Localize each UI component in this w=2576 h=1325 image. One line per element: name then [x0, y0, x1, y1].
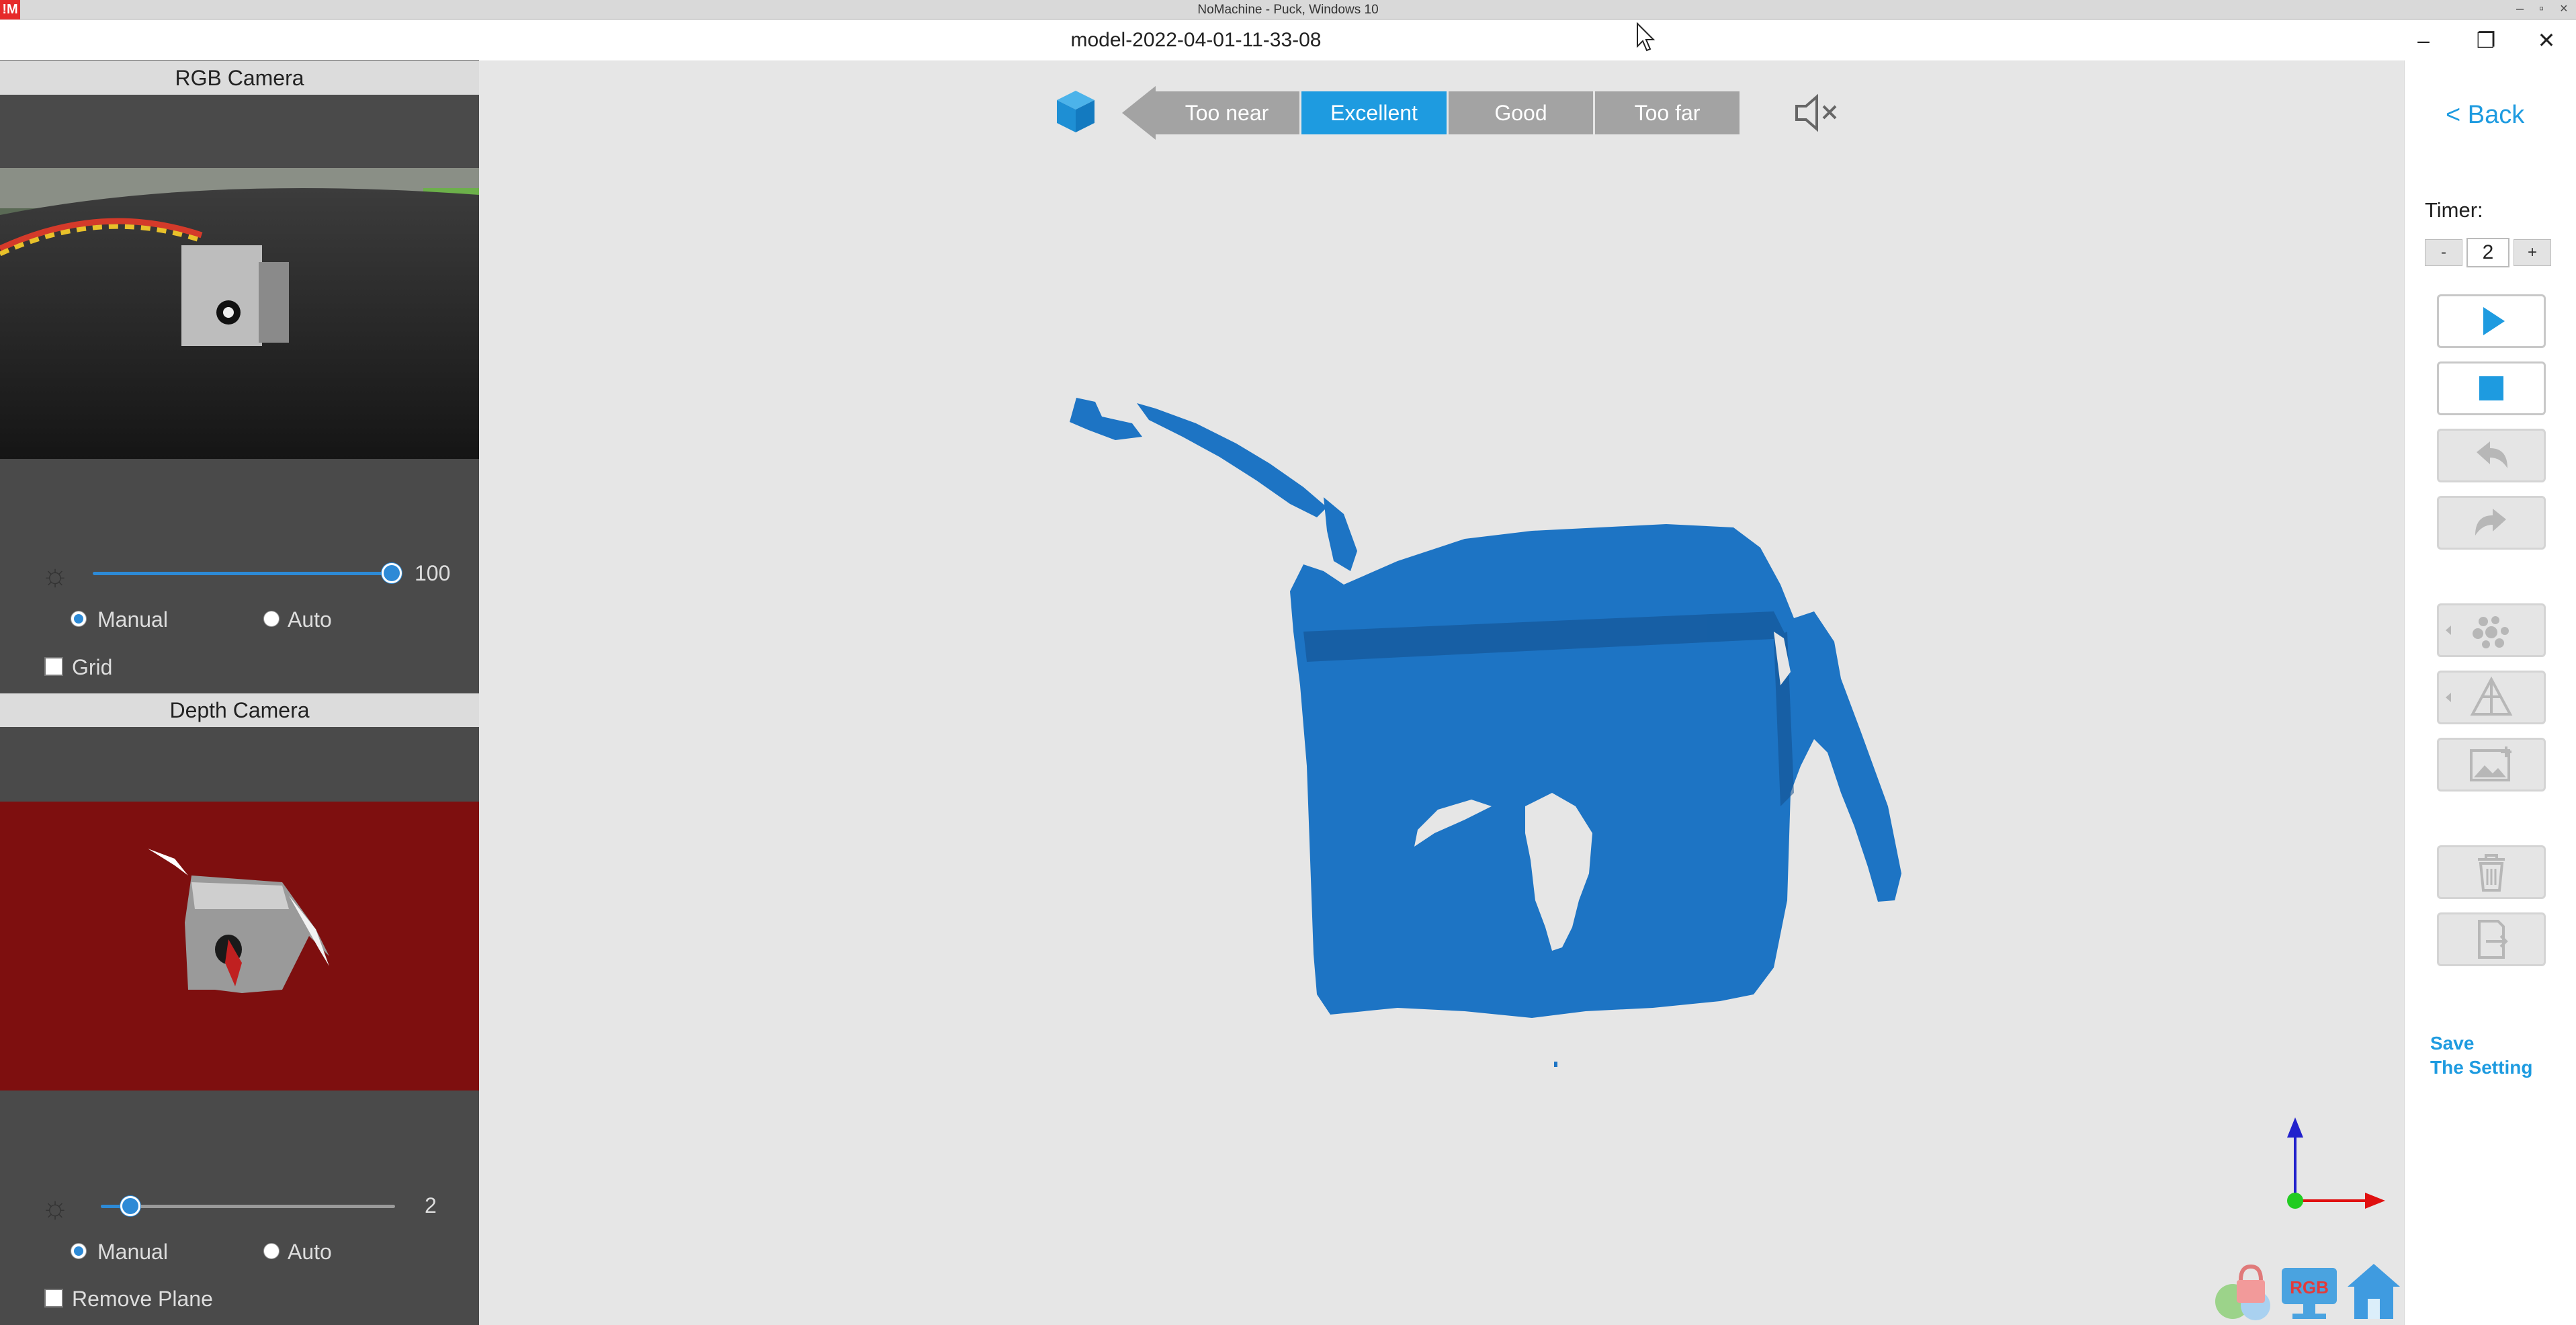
remote-minimize-button[interactable]: – — [2516, 0, 2524, 19]
timer-increment-button[interactable]: + — [2514, 239, 2551, 266]
remove-plane-checkbox[interactable] — [44, 1289, 63, 1308]
rgb-auto-label: Auto — [288, 607, 332, 632]
export-button[interactable] — [2437, 912, 2546, 966]
maximize-button[interactable]: ❐ — [2459, 20, 2513, 60]
rgb-camera-preview — [0, 168, 479, 459]
rgb-manual-label: Manual — [97, 607, 168, 632]
svg-text:RGB: RGB — [2290, 1277, 2329, 1297]
remote-close-button[interactable]: × — [2560, 0, 2568, 19]
depth-brightness-value: 2 — [425, 1193, 437, 1217]
depth-brightness-handle[interactable] — [120, 1196, 140, 1216]
undo-button[interactable] — [2437, 429, 2546, 482]
minimize-button[interactable]: – — [2397, 20, 2450, 60]
mesh-icon — [2446, 676, 2513, 716]
remote-maximize-button[interactable]: ▫ — [2539, 0, 2544, 19]
cube-icon[interactable] — [1052, 87, 1099, 136]
undo-icon — [2477, 441, 2507, 468]
home-icon[interactable] — [2345, 1260, 2403, 1322]
depth-manual-radio[interactable] — [71, 1243, 87, 1259]
close-button[interactable]: ✕ — [2520, 20, 2573, 60]
point-cloud-button[interactable] — [2437, 603, 2546, 657]
rgb-brightness-handle[interactable] — [382, 563, 402, 583]
brightness-icon: ☼ — [40, 557, 70, 592]
window-title: model-2022-04-01-11-33-08 — [1070, 29, 1322, 51]
add-image-icon — [2470, 746, 2511, 781]
rgb-brightness-slider[interactable] — [93, 572, 392, 575]
redo-button[interactable] — [2437, 496, 2546, 550]
rgb-auto-radio[interactable] — [263, 611, 280, 627]
start-scan-button[interactable] — [2437, 294, 2546, 348]
timer-decrement-button[interactable]: - — [2425, 239, 2462, 266]
distance-arrow-icon — [1122, 86, 1156, 140]
rgb-manual-radio[interactable] — [71, 611, 87, 627]
lock-icon[interactable] — [2214, 1260, 2278, 1322]
mute-icon[interactable] — [1793, 91, 1840, 134]
save-setting-line2[interactable]: The Setting — [2430, 1057, 2532, 1078]
trash-icon — [2478, 854, 2505, 892]
depth-camera-preview — [0, 802, 479, 1091]
add-texture-button[interactable] — [2437, 738, 2546, 792]
depth-manual-label: Manual — [97, 1240, 168, 1264]
back-button[interactable]: < Back — [2446, 101, 2540, 130]
axis-gizmo-icon — [2264, 1112, 2389, 1220]
play-icon — [2483, 307, 2505, 335]
depth-auto-radio[interactable] — [263, 1243, 280, 1259]
depth-camera-header: Depth Camera — [0, 693, 479, 727]
distance-too-far: Too far — [1595, 91, 1740, 134]
stop-scan-button[interactable] — [2437, 361, 2546, 415]
rgb-monitor-icon[interactable]: RGB — [2279, 1260, 2339, 1322]
brightness-icon: ☼ — [40, 1189, 70, 1224]
distance-good: Good — [1449, 91, 1593, 134]
redo-icon — [2475, 509, 2506, 536]
distance-too-near: Too near — [1154, 91, 1299, 134]
depth-auto-label: Auto — [288, 1240, 332, 1264]
depth-brightness-slider[interactable] — [101, 1205, 395, 1208]
remove-plane-label: Remove Plane — [72, 1287, 213, 1311]
mouse-cursor-icon — [1636, 22, 1656, 52]
delete-button[interactable] — [2437, 845, 2546, 899]
remote-session-title: NoMachine - Puck, Windows 10 — [1197, 3, 1379, 17]
mesh-button[interactable] — [2437, 671, 2546, 724]
point-cloud-icon — [2446, 616, 2509, 648]
scanned-model — [1062, 390, 1908, 1075]
grid-checkbox[interactable] — [44, 657, 63, 676]
rgb-brightness-value: 100 — [415, 561, 451, 585]
distance-excellent: Excellent — [1301, 91, 1447, 134]
rgb-camera-header: RGB Camera — [0, 61, 479, 95]
nomachine-logo-icon: !M — [0, 0, 20, 19]
timer-label: Timer: — [2425, 198, 2483, 222]
grid-label: Grid — [72, 655, 113, 679]
save-setting-line1[interactable]: Save — [2430, 1033, 2474, 1054]
timer-value-field[interactable]: 2 — [2466, 238, 2509, 267]
stop-icon — [2479, 376, 2503, 400]
export-icon — [2478, 920, 2508, 959]
